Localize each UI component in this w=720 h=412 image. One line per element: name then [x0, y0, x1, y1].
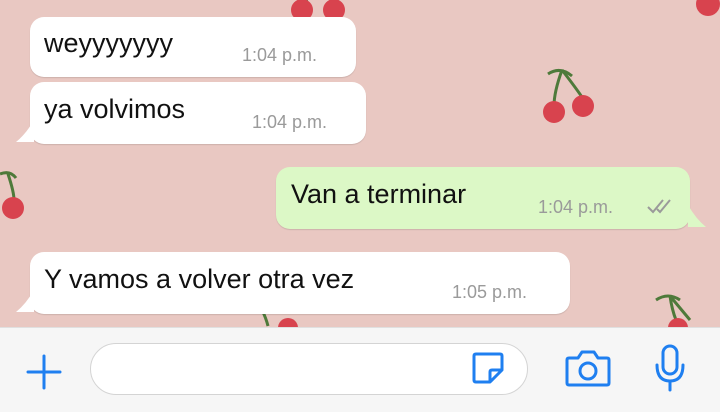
message-text: weyyyyyyy — [44, 28, 174, 58]
message-bubble-incoming[interactable]: ya volvimos 1:04 p.m. — [30, 82, 366, 144]
message-list: weyyyyyyy 1:04 p.m. ya volvimos 1:04 p.m… — [0, 0, 720, 327]
camera-icon[interactable] — [563, 346, 613, 390]
message-timestamp: 1:05 p.m. — [452, 282, 528, 302]
message-bubble-outgoing[interactable]: Van a terminar 1:04 p.m. — [276, 167, 690, 229]
bubble-tail — [16, 120, 34, 142]
double-check-icon — [647, 199, 671, 214]
message-text: ya volvimos — [44, 94, 186, 124]
bubble-tail — [688, 205, 706, 227]
message-text: Van a terminar — [291, 179, 467, 209]
message-timestamp: 1:04 p.m. — [538, 197, 614, 217]
message-text: Y vamos a volver otra vez — [44, 264, 355, 294]
message-bubble-incoming[interactable]: Y vamos a volver otra vez 1:05 p.m. — [30, 252, 570, 314]
message-timestamp: 1:04 p.m. — [252, 112, 328, 132]
bubble-tail — [16, 290, 34, 312]
message-input[interactable] — [90, 343, 528, 395]
microphone-icon[interactable] — [650, 343, 690, 393]
plus-icon[interactable] — [24, 352, 64, 392]
message-timestamp: 1:04 p.m. — [242, 45, 318, 65]
sticker-icon[interactable] — [470, 350, 506, 386]
message-bubble-incoming[interactable]: weyyyyyyy 1:04 p.m. — [30, 17, 356, 77]
